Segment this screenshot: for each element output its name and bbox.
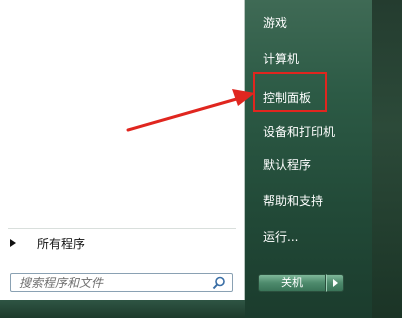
search-icon[interactable] — [212, 276, 226, 290]
bottom-strip — [0, 300, 245, 318]
shutdown-button[interactable]: 关机 — [258, 274, 326, 292]
divider — [8, 228, 236, 229]
highlight-box — [253, 72, 327, 112]
all-programs-label: 所有程序 — [37, 236, 86, 251]
desktop-background — [372, 0, 402, 318]
all-programs-button[interactable]: 所有程序 — [10, 235, 230, 251]
programs-pane: 所有程序 — [0, 0, 245, 300]
search-box[interactable] — [10, 273, 233, 292]
menu-item-help-support[interactable]: 帮助和支持 — [263, 192, 323, 210]
menu-item-devices-printers[interactable]: 设备和打印机 — [263, 123, 335, 141]
menu-item-run[interactable]: 运行... — [263, 228, 298, 246]
menu-item-computer[interactable]: 计算机 — [263, 50, 299, 68]
menu-item-default-programs[interactable]: 默认程序 — [263, 156, 311, 174]
search-input[interactable] — [11, 274, 214, 291]
places-pane: 游戏 计算机 控制面板 设备和打印机 默认程序 帮助和支持 运行... — [245, 0, 372, 318]
start-menu: 所有程序 游戏 计算机 控制面板 设备和打印机 默认程序 帮助和支持 运行...… — [0, 0, 372, 318]
triangle-right-icon — [10, 239, 16, 247]
menu-item-games[interactable]: 游戏 — [263, 14, 287, 32]
shutdown-options-button[interactable] — [326, 274, 344, 292]
chevron-right-icon — [333, 279, 338, 287]
